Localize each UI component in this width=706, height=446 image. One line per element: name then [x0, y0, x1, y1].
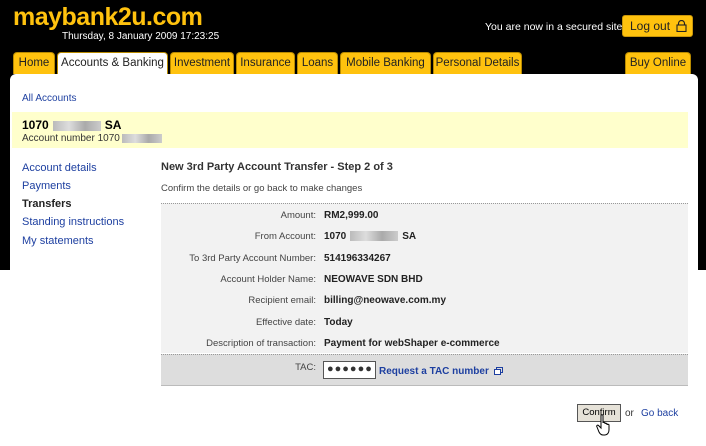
sidebar-item-account-details[interactable]: Account details	[22, 162, 97, 174]
or-text: or	[625, 408, 634, 419]
account-sub-label: Account number 1070	[22, 133, 120, 144]
masked-digits	[350, 231, 399, 242]
tac-input[interactable]: ●●●●●●	[323, 361, 376, 379]
request-tac-link[interactable]: Request a TAC number	[379, 366, 503, 377]
secure-site-text: You are now in a secured site	[485, 21, 623, 33]
masked-digits	[121, 133, 162, 143]
page-subtitle: Confirm the details or go back to make c…	[161, 183, 363, 194]
detail-value: NEOWAVE SDN BHD	[324, 274, 423, 285]
detail-label: Account Holder Name:	[220, 274, 316, 285]
detail-label: Amount:	[280, 210, 316, 221]
detail-value: 514196334267	[324, 253, 391, 264]
tab-buy-online[interactable]: Buy Online	[625, 52, 691, 74]
detail-label: Effective date:	[255, 317, 316, 328]
logout-label: Log out	[630, 19, 671, 33]
hand-cursor-icon	[596, 414, 610, 436]
account-summary-box: 1070 SA Account number 1070	[12, 112, 688, 148]
account-type: SA	[104, 118, 122, 132]
detail-value: Payment for webShaper e-commerce	[324, 338, 500, 349]
from-account-prefix: 1070	[324, 231, 347, 242]
sidebar-item-payments[interactable]: Payments	[22, 180, 71, 192]
detail-row-holder-name: Account Holder Name: NEOWAVE SDN BHD	[161, 271, 688, 291]
detail-row-amount: Amount: RM2,999.00	[161, 207, 688, 227]
tab-insurance[interactable]: Insurance	[236, 52, 295, 74]
breadcrumb-all-accounts[interactable]: All Accounts	[22, 93, 76, 104]
tab-investment[interactable]: Investment	[170, 52, 234, 74]
account-number-subtext: Account number 1070	[22, 133, 164, 144]
from-account-type: SA	[402, 231, 417, 242]
tac-section: TAC: ●●●●●● Request a TAC number	[161, 354, 688, 386]
account-number-prefix: 1070	[22, 118, 49, 132]
detail-row-effective-date: Effective date: Today	[161, 314, 688, 334]
detail-value: billing@neowave.com.my	[324, 295, 447, 306]
detail-row-description: Description of transaction: Payment for …	[161, 335, 688, 355]
tab-loans[interactable]: Loans	[297, 52, 338, 74]
detail-label: Recipient email:	[248, 295, 316, 306]
account-number-heading: 1070 SA	[22, 118, 121, 132]
detail-row-from-account: From Account: 1070 SA	[161, 228, 688, 248]
detail-value: 1070 SA	[324, 231, 416, 242]
detail-label: Description of transaction:	[206, 338, 316, 349]
transfer-details: Amount: RM2,999.00 From Account: 1070 SA …	[161, 203, 688, 353]
sidebar-item-transfers[interactable]: Transfers	[22, 198, 72, 210]
detail-label: To 3rd Party Account Number:	[189, 253, 316, 264]
go-back-link[interactable]: Go back	[641, 408, 678, 419]
logout-button[interactable]: Log out	[622, 15, 693, 37]
tac-label: TAC:	[295, 362, 316, 373]
page-title: New 3rd Party Account Transfer - Step 2 …	[161, 161, 393, 173]
maybank-logo[interactable]: maybank2u.com	[13, 3, 203, 32]
sidebar-item-my-statements[interactable]: My statements	[22, 235, 94, 247]
tab-mobile-banking[interactable]: Mobile Banking	[340, 52, 431, 74]
masked-digits	[52, 120, 101, 131]
request-tac-label: Request a TAC number	[379, 366, 489, 377]
tab-home[interactable]: Home	[13, 52, 55, 74]
new-window-icon	[493, 367, 503, 376]
detail-row-recipient-email: Recipient email: billing@neowave.com.my	[161, 292, 688, 312]
lock-icon	[676, 20, 687, 32]
detail-value: Today	[324, 317, 353, 328]
sidebar-item-standing-instructions[interactable]: Standing instructions	[22, 216, 124, 228]
tab-personal-details[interactable]: Personal Details	[433, 52, 522, 74]
detail-label: From Account:	[254, 231, 316, 242]
datetime-text: Thursday, 8 January 2009 17:23:25	[62, 31, 220, 42]
detail-row-to-account: To 3rd Party Account Number: 51419633426…	[161, 250, 688, 270]
tab-accounts-banking[interactable]: Accounts & Banking	[57, 52, 168, 76]
detail-value: RM2,999.00	[324, 210, 379, 221]
